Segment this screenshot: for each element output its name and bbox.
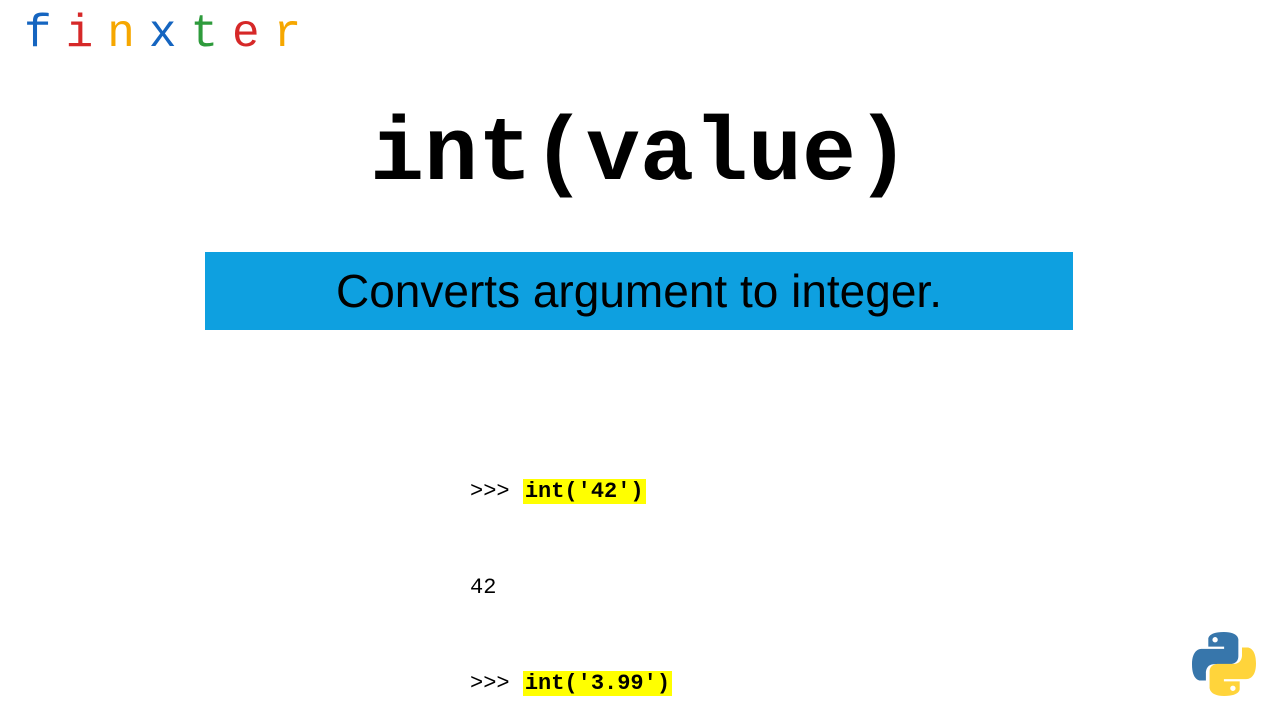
code-output: 42 <box>470 572 764 604</box>
logo-letter: e <box>232 8 274 60</box>
logo-letter: x <box>149 8 191 60</box>
logo-letter: i <box>66 8 108 60</box>
logo-letter: f <box>24 8 66 60</box>
code-call: int('42') <box>523 479 646 504</box>
code-line: >>> int('42') <box>470 476 764 508</box>
description-bar: Converts argument to integer. <box>205 252 1073 330</box>
code-line: >>> int('3.99') <box>470 668 764 700</box>
finxter-logo: finxter <box>24 8 315 60</box>
python-logo-icon <box>1192 632 1256 696</box>
page-title: int(value) <box>0 105 1280 207</box>
prompt: >>> <box>470 479 523 504</box>
description-text: Converts argument to integer. <box>336 264 942 318</box>
logo-letter: n <box>107 8 149 60</box>
logo-letter: t <box>190 8 232 60</box>
logo-letter: r <box>274 8 316 60</box>
prompt: >>> <box>470 671 523 696</box>
code-call: int('3.99') <box>523 671 672 696</box>
code-example: >>> int('42') 42 >>> int('3.99') 3 >>> i… <box>470 412 764 720</box>
